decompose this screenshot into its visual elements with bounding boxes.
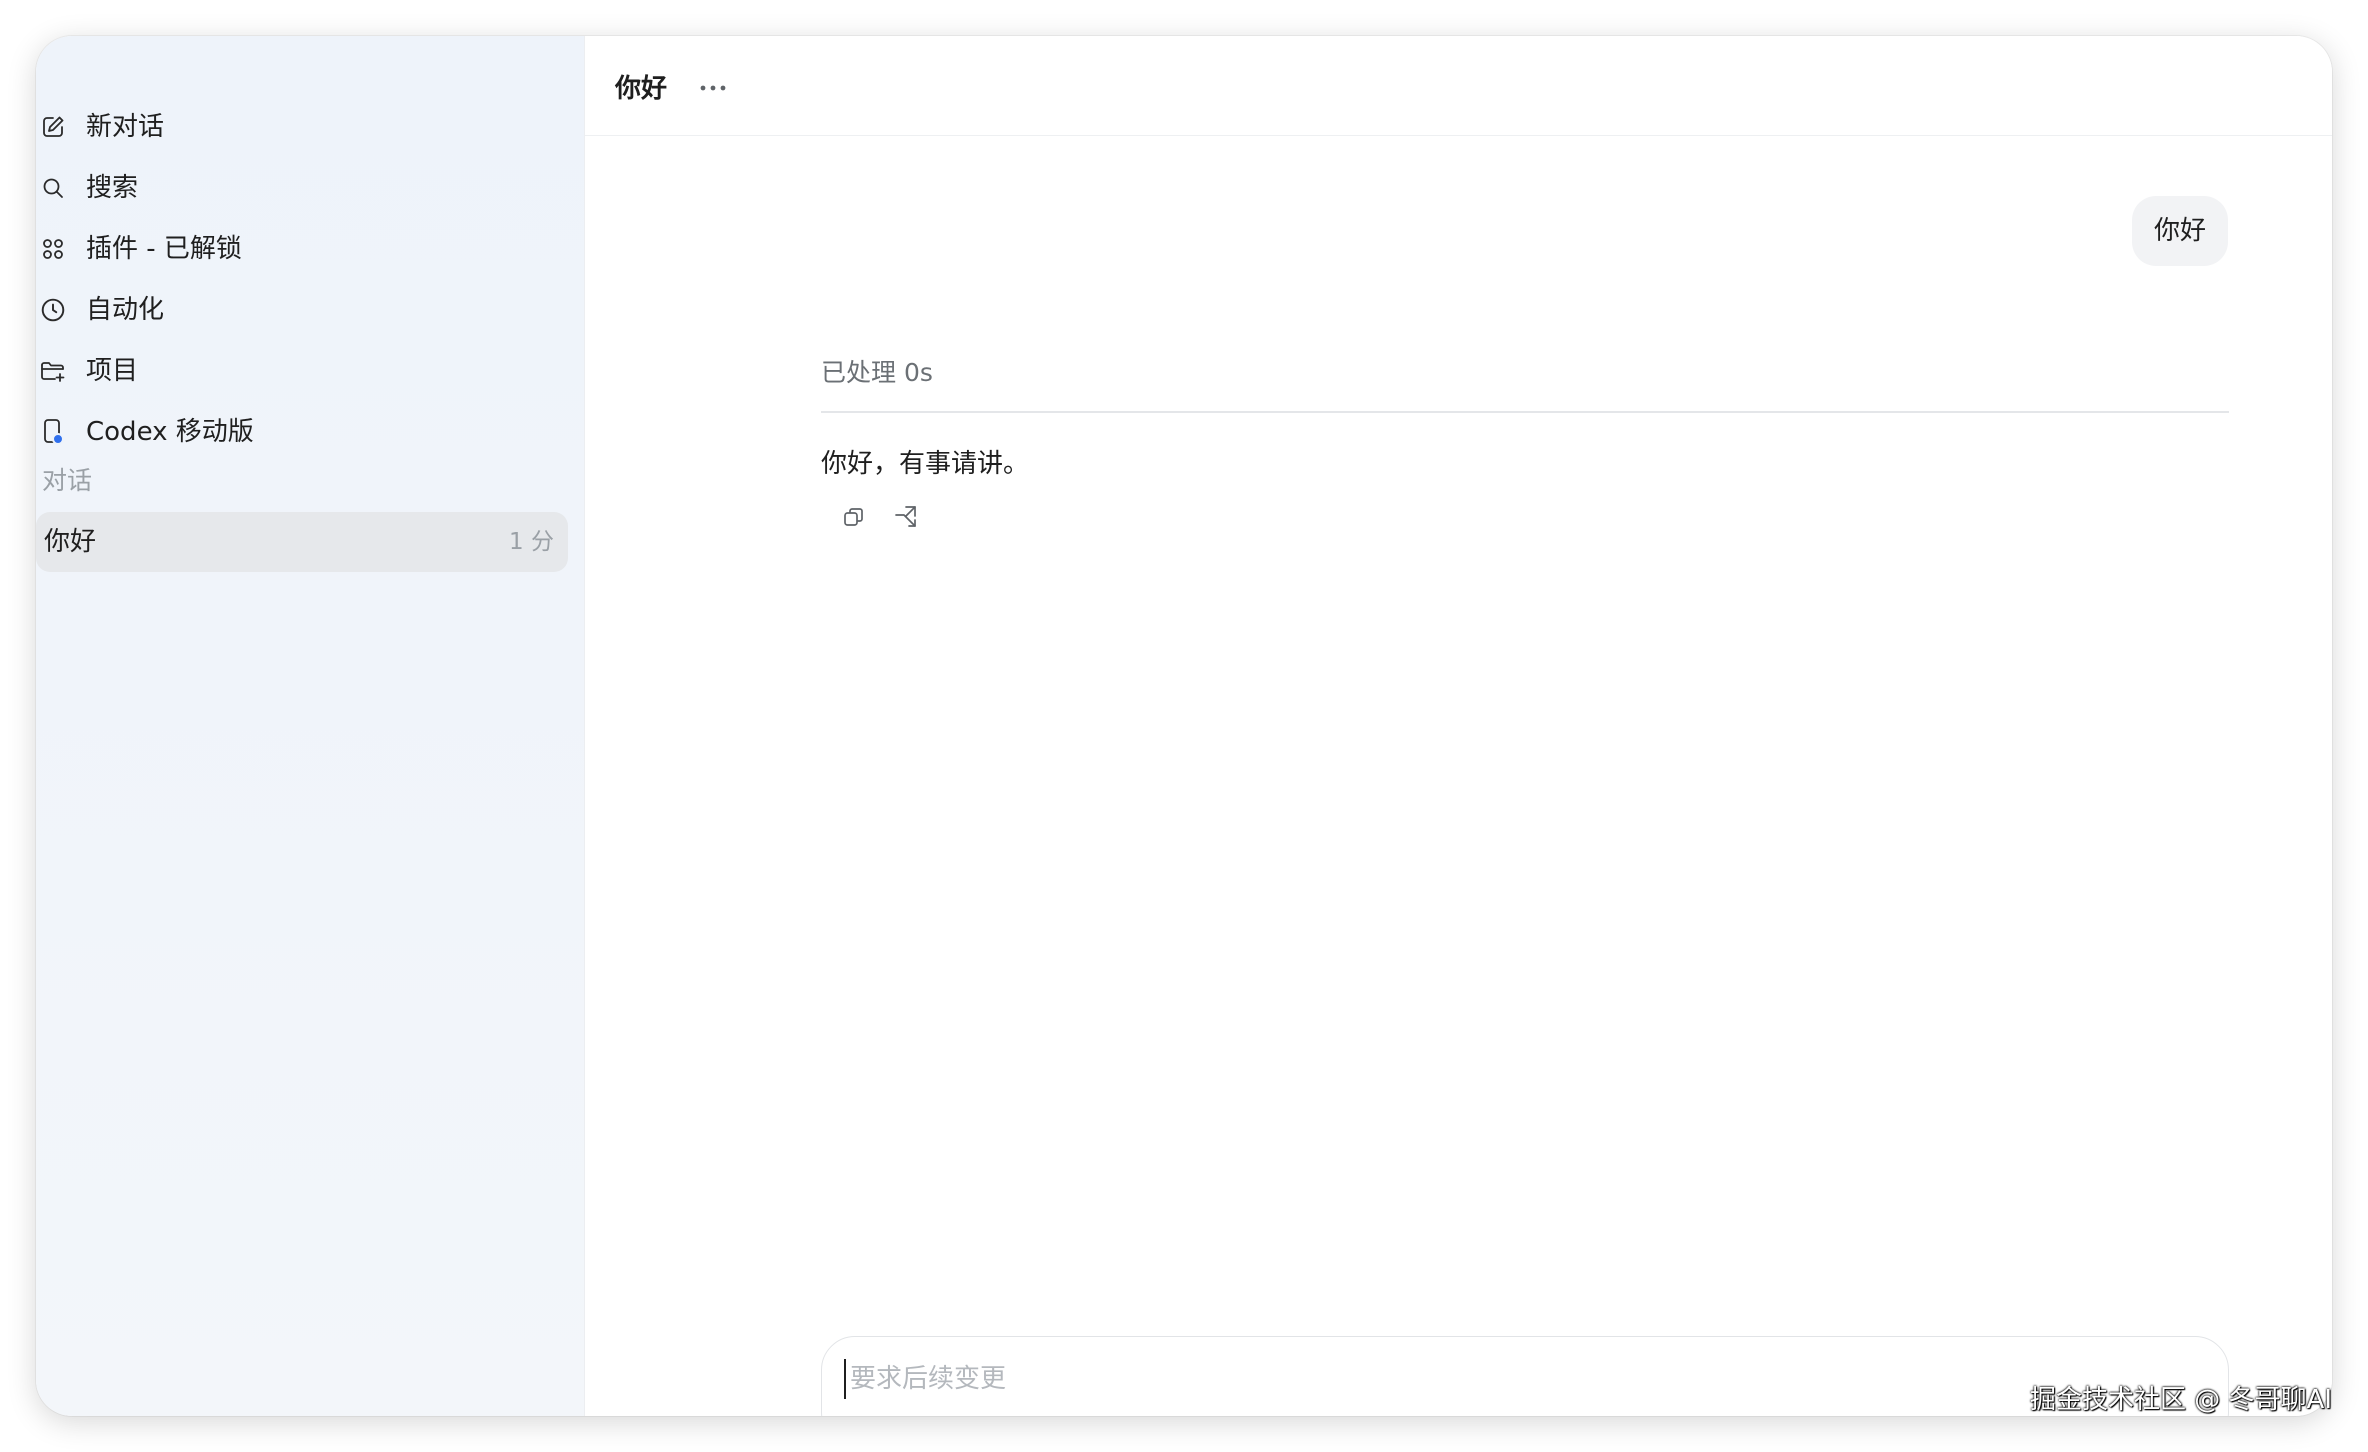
sidebar-item-automation[interactable]: 自动化 <box>36 284 566 336</box>
sidebar-item-search[interactable]: 搜索 <box>36 162 566 214</box>
conversations-section-label: 对话 <box>42 466 93 495</box>
sidebar-item-label: 插件 - 已解锁 <box>86 234 242 264</box>
mobile-icon <box>40 419 66 445</box>
folder-plus-icon <box>40 358 66 384</box>
composer <box>821 1336 2229 1416</box>
copy-icon[interactable] <box>837 500 871 534</box>
sidebar-item-label: 项目 <box>86 356 139 386</box>
chat-title: 你好 <box>615 74 668 104</box>
plugins-grid-icon <box>40 236 66 262</box>
conversation-item[interactable]: 你好 1 分 <box>36 512 568 572</box>
ellipsis-icon[interactable] <box>695 74 731 102</box>
sidebar-item-label: Codex 移动版 <box>86 417 254 447</box>
chat-header: 你好 <box>585 36 2332 136</box>
assistant-message: 你好，有事请讲。 <box>821 449 1030 479</box>
sidebar-item-label: 自动化 <box>86 295 165 325</box>
processed-status[interactable]: 已处理 0s <box>821 356 933 390</box>
sidebar: 新对话 搜索 插件 - 已解锁 自动化 项目 Codex 移动版 对话 你好 1… <box>36 36 584 1416</box>
conversation-title: 你好 <box>44 527 97 557</box>
sidebar-item-plugins[interactable]: 插件 - 已解锁 <box>36 223 566 275</box>
search-icon <box>40 175 66 201</box>
sidebar-item-codex-mobile[interactable]: Codex 移动版 <box>36 406 566 458</box>
conversation-time: 1 分 <box>509 529 554 555</box>
clock-icon <box>40 297 66 323</box>
sidebar-item-new-chat[interactable]: 新对话 <box>36 101 566 153</box>
sidebar-item-label: 新对话 <box>86 112 165 142</box>
sidebar-item-projects[interactable]: 项目 <box>36 345 566 397</box>
watermark: 掘金技术社区 @ 冬哥聊AI <box>2030 1385 2332 1415</box>
chat-panel: 你好 你好 已处理 0s 你好，有事请讲。 <box>584 36 2332 1416</box>
fork-branch-icon[interactable] <box>889 500 923 534</box>
divider <box>821 411 2229 413</box>
user-message-bubble: 你好 <box>2131 196 2228 266</box>
edit-icon <box>40 114 66 140</box>
sidebar-item-label: 搜索 <box>86 173 139 203</box>
app-window: 新对话 搜索 插件 - 已解锁 自动化 项目 Codex 移动版 对话 你好 1… <box>36 36 2332 1416</box>
follow-up-input[interactable] <box>844 1359 1944 1399</box>
